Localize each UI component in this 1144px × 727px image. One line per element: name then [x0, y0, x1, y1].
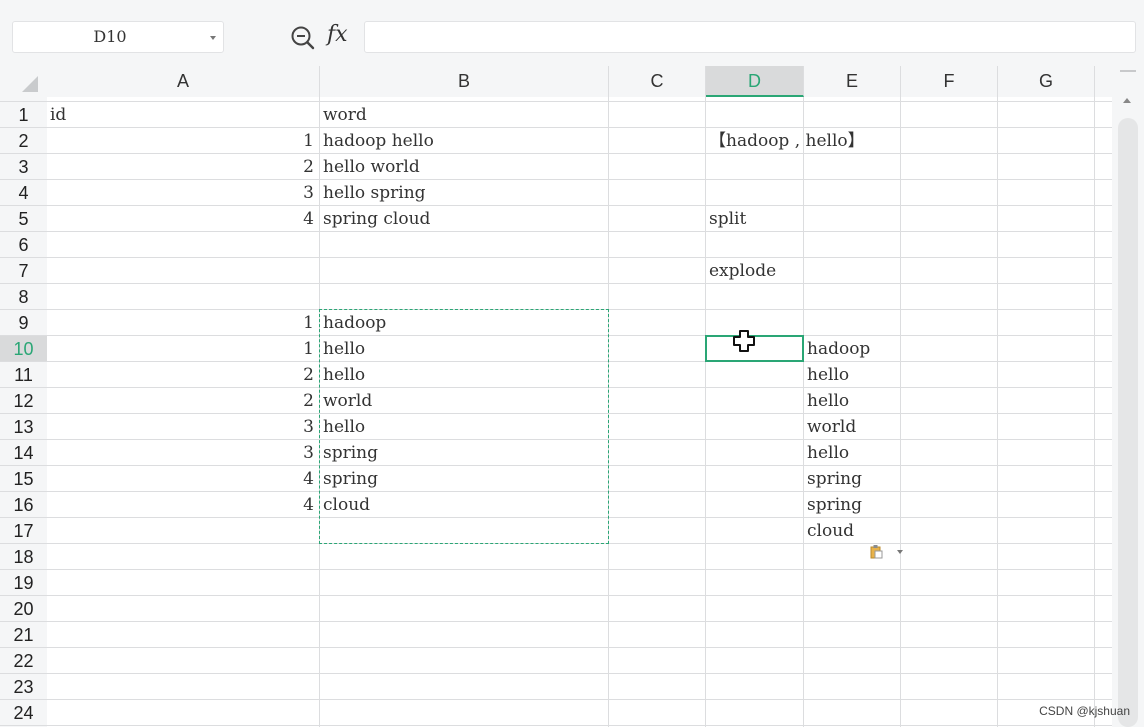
row-gridline — [47, 283, 1112, 284]
name-box[interactable]: D10 — [12, 21, 224, 53]
cell-e11[interactable]: hello — [804, 362, 901, 388]
cell-a11[interactable]: 2 — [47, 362, 320, 388]
cell-select-cursor-icon — [733, 330, 755, 352]
column-gridline — [997, 97, 998, 727]
cell-a13[interactable]: 3 — [47, 414, 320, 440]
select-all-corner[interactable] — [0, 66, 47, 97]
row-header-11[interactable]: 11 — [0, 362, 47, 388]
row-gridline — [47, 595, 1112, 596]
cell-b3[interactable]: hello world — [320, 154, 609, 180]
cell-a2[interactable]: 1 — [47, 128, 320, 154]
row-header-15[interactable]: 15 — [0, 466, 47, 492]
column-header-d[interactable]: D — [706, 66, 804, 97]
column-header-a[interactable]: A — [47, 66, 320, 97]
row-header-24[interactable]: 24 — [0, 700, 47, 726]
row-header-17[interactable]: 17 — [0, 518, 47, 544]
cell-d5[interactable]: split — [706, 206, 804, 232]
row-header-21[interactable]: 21 — [0, 622, 47, 648]
row-header-4[interactable]: 4 — [0, 180, 47, 206]
cell-b4[interactable]: hello spring — [320, 180, 609, 206]
row-header-13[interactable]: 13 — [0, 414, 47, 440]
row-header-10[interactable]: 10 — [0, 336, 47, 362]
formula-bar-input[interactable] — [364, 21, 1136, 53]
row-header-6[interactable]: 6 — [0, 232, 47, 258]
row-header-5[interactable]: 5 — [0, 206, 47, 232]
watermark: CSDN @kjshuan — [1039, 704, 1130, 718]
copy-range-marquee — [319, 309, 609, 544]
column-header-b[interactable]: B — [320, 66, 609, 97]
row-header-18[interactable]: 18 — [0, 544, 47, 570]
cell-a12[interactable]: 2 — [47, 388, 320, 414]
row-header-3[interactable]: 3 — [0, 154, 47, 180]
chevron-down-icon[interactable] — [210, 36, 216, 40]
row-header-22[interactable]: 22 — [0, 648, 47, 674]
spreadsheet: ABCDEFG 1 2 3 4 5 6 7 8 9 10 11 12 13 14 15 16 17 18 19 20 2… — [0, 66, 1144, 727]
cell-e16[interactable]: spring — [804, 492, 901, 518]
cell-a4[interactable]: 3 — [47, 180, 320, 206]
row-gridline — [47, 257, 1112, 258]
cell-b2[interactable]: hadoop hello — [320, 128, 609, 154]
cell-grid[interactable]: id word 1 hadoop hello 2 hello world 3 hello sp… — [47, 97, 1112, 727]
cell-b5[interactable]: spring cloud — [320, 206, 609, 232]
row-header-23[interactable]: 23 — [0, 674, 47, 700]
cell-a16[interactable]: 4 — [47, 492, 320, 518]
fx-icon[interactable]: fx — [327, 22, 348, 47]
row-gridline — [47, 621, 1112, 622]
cell-e12[interactable]: hello — [804, 388, 901, 414]
column-gridline — [705, 97, 706, 727]
split-handle-icon[interactable] — [1120, 70, 1136, 72]
cell-a9[interactable]: 1 — [47, 310, 320, 336]
row-gridline — [47, 699, 1112, 700]
toolbar: D10 fx — [0, 0, 1144, 66]
row-header-8[interactable]: 8 — [0, 284, 47, 310]
vertical-scrollbar[interactable] — [1112, 66, 1144, 727]
scroll-thumb[interactable] — [1118, 118, 1138, 727]
chevron-down-icon[interactable] — [897, 550, 903, 554]
row-gridline — [47, 673, 1112, 674]
row-header-2[interactable]: 2 — [0, 128, 47, 154]
row-header-12[interactable]: 12 — [0, 388, 47, 414]
row-header-7[interactable]: 7 — [0, 258, 47, 284]
scroll-up-icon[interactable] — [1123, 98, 1131, 103]
column-header-bar: ABCDEFG — [0, 66, 1112, 97]
paste-options-icon[interactable] — [868, 543, 884, 559]
cell-e13[interactable]: world — [804, 414, 901, 440]
row-header-14[interactable]: 14 — [0, 440, 47, 466]
cell-e14[interactable]: hello — [804, 440, 901, 466]
column-gridline — [1094, 97, 1095, 727]
cell-b1[interactable]: word — [320, 102, 609, 128]
column-header-f[interactable]: F — [901, 66, 998, 97]
cell-a5[interactable]: 4 — [47, 206, 320, 232]
column-header-g[interactable]: G — [998, 66, 1095, 97]
cell-d7[interactable]: explode — [706, 258, 804, 284]
row-gridline — [47, 647, 1112, 648]
row-gridline — [47, 725, 1112, 726]
row-header-bar: 1 2 3 4 5 6 7 8 9 10 11 12 13 14 15 16 17 18 19 20 21 22 23 24 — [0, 97, 47, 727]
zoom-formula-icon[interactable] — [290, 25, 316, 51]
cell-a15[interactable]: 4 — [47, 466, 320, 492]
cell-e17[interactable]: cloud — [804, 518, 901, 544]
cell-e15[interactable]: spring — [804, 466, 901, 492]
cell-a3[interactable]: 2 — [47, 154, 320, 180]
row-header-9[interactable]: 9 — [0, 310, 47, 336]
cell-a10[interactable]: 1 — [47, 336, 320, 362]
column-header-e[interactable]: E — [804, 66, 901, 97]
row-header-19[interactable]: 19 — [0, 570, 47, 596]
row-header-20[interactable]: 20 — [0, 596, 47, 622]
row-header-16[interactable]: 16 — [0, 492, 47, 518]
cell-d2[interactable]: 【hadoop , hello】 — [706, 128, 865, 154]
name-box-value: D10 — [93, 27, 127, 46]
select-all-icon — [22, 76, 38, 92]
row-gridline — [47, 569, 1112, 570]
column-header-c[interactable]: C — [609, 66, 706, 97]
cell-a14[interactable]: 3 — [47, 440, 320, 466]
cell-a1[interactable]: id — [47, 102, 320, 128]
cell-e10[interactable]: hadoop — [804, 336, 901, 362]
row-header-1[interactable]: 1 — [0, 102, 47, 128]
